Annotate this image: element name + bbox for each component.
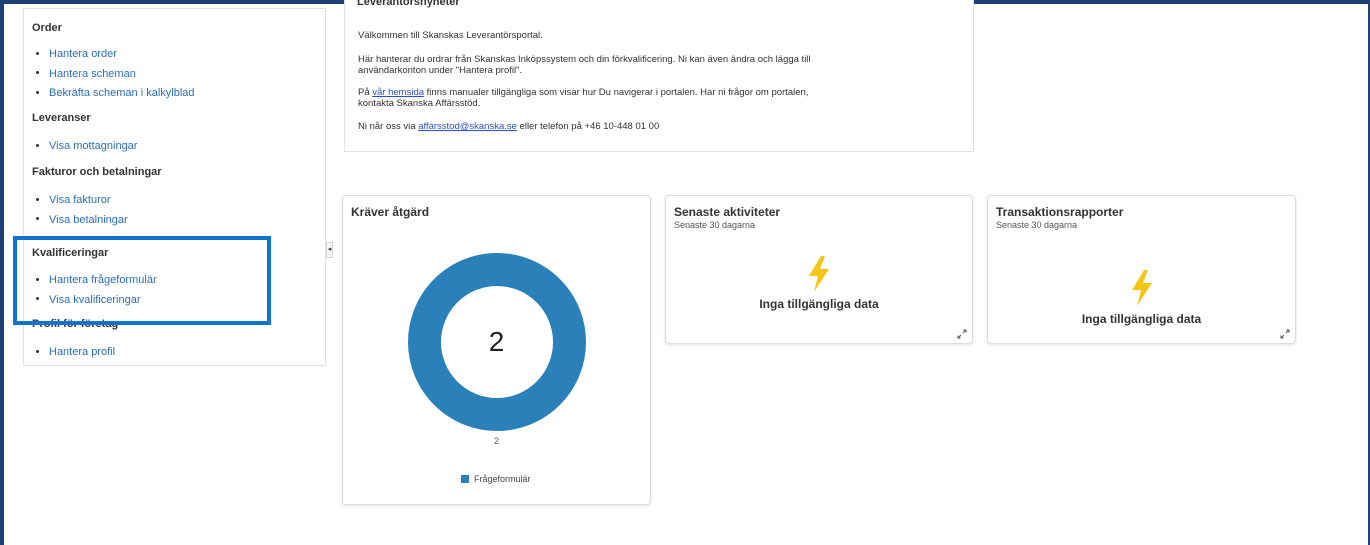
bullet-icon <box>36 143 39 147</box>
bullet-icon <box>36 51 39 55</box>
bullet-icon <box>36 217 39 221</box>
bullet-icon <box>36 71 39 75</box>
highlight-box <box>13 236 271 325</box>
sidebar-item-bekrafta-scheman[interactable]: Bekräfta scheman i kalkylblad <box>34 84 195 104</box>
sidebar-item-visa-betalningar[interactable]: Visa betalningar <box>34 211 128 231</box>
card-title: Senaste aktiviteter <box>674 205 781 219</box>
donut-center-value: 2 <box>488 326 505 357</box>
homepage-link[interactable]: vår hemsida <box>372 87 424 98</box>
bullet-icon <box>36 349 39 353</box>
lightning-icon <box>1132 270 1152 306</box>
news-text: användarkonton under "Hantera profil". <box>358 65 523 76</box>
window-frame-left <box>0 0 4 545</box>
card-subtitle: Senaste 30 dagarna <box>996 220 1078 230</box>
order-list: Hantera order Hantera scheman Bekräfta s… <box>34 45 195 104</box>
sidebar-item-label: Visa mottagningar <box>49 140 138 152</box>
recent-activities-card: Senaste aktiviteter Senaste 30 dagarna I… <box>665 195 973 344</box>
no-data-text: Inga tillgängliga data <box>759 297 879 311</box>
bullet-icon <box>36 90 39 94</box>
sidebar-item-visa-mottagningar[interactable]: Visa mottagningar <box>34 137 137 157</box>
section-title-leveranser: Leveranser <box>32 112 91 124</box>
profil-list: Hantera profil <box>34 343 115 363</box>
sidebar-item-label: Visa fakturor <box>49 194 111 206</box>
sidebar-item-label: Hantera scheman <box>49 67 136 80</box>
action-required-card: Kräver åtgärd 2 2 Frågeformulär <box>342 195 651 505</box>
news-text: Ni når oss via <box>358 121 419 132</box>
sidebar-item-hantera-scheman[interactable]: Hantera scheman <box>34 65 195 85</box>
no-data-text: Inga tillgängliga data <box>1081 312 1202 326</box>
collapse-sidebar-icon[interactable]: ◂ <box>326 242 333 258</box>
sidebar-item-hantera-order[interactable]: Hantera order <box>34 45 195 65</box>
news-text: finns manualer tillgängliga som visar hu… <box>424 87 809 98</box>
section-title-fakturor: Fakturor och betalningar <box>32 166 162 178</box>
lightning-icon <box>809 256 829 292</box>
news-welcome: Välkommen till Skanskas Leverantörsporta… <box>358 30 543 41</box>
bullet-icon <box>36 197 39 201</box>
sidebar-item-label: Hantera order <box>49 48 117 60</box>
news-text: kontakta Skanska Affärsstöd. <box>358 98 481 109</box>
chart-legend[interactable]: Frågeformulär <box>461 474 531 484</box>
news-text: Här hanterar du ordrar från Skanskas Ink… <box>358 54 811 65</box>
leveranser-list: Visa mottagningar <box>34 137 137 157</box>
legend-label: Frågeformulär <box>474 474 531 484</box>
sidebar-item-label: Bekräfta scheman i kalkylblad <box>49 87 195 99</box>
news-paragraph-manuals: På vår hemsida finns manualer tillgängli… <box>358 87 878 109</box>
card-subtitle: Senaste 30 dagarna <box>674 220 756 230</box>
news-panel: Leverantörsnyheter Välkommen till Skansk… <box>344 0 974 152</box>
sidebar-item-label: Hantera profil <box>49 346 116 358</box>
news-paragraph-contact: Ni når oss via affarsstod@skanska.se ell… <box>358 121 878 132</box>
news-text: På <box>358 87 373 98</box>
news-paragraph-orders: Här hanterar du ordrar från Skanskas Ink… <box>358 54 878 76</box>
sidebar-item-hantera-profil[interactable]: Hantera profil <box>34 343 115 363</box>
news-title: Leverantörsnyheter <box>357 0 460 8</box>
fakturor-list: Visa fakturor Visa betalningar <box>34 191 128 230</box>
legend-swatch <box>461 475 469 483</box>
expand-icon[interactable] <box>1280 329 1290 339</box>
expand-icon[interactable] <box>957 329 967 339</box>
transaction-reports-card: Transaktionsrapporter Senaste 30 dagarna… <box>987 195 1296 344</box>
section-title-order: Order <box>32 22 62 34</box>
sidebar-item-label: Visa betalningar <box>49 213 128 226</box>
news-text: eller telefon på +46 10-448 01 00 <box>516 121 660 132</box>
email-link[interactable]: affarsstod@skanska.se <box>418 121 517 132</box>
slice-label: 2 <box>493 436 499 446</box>
sidebar-item-visa-fakturor[interactable]: Visa fakturor <box>34 191 128 211</box>
card-title: Transaktionsrapporter <box>996 205 1124 219</box>
